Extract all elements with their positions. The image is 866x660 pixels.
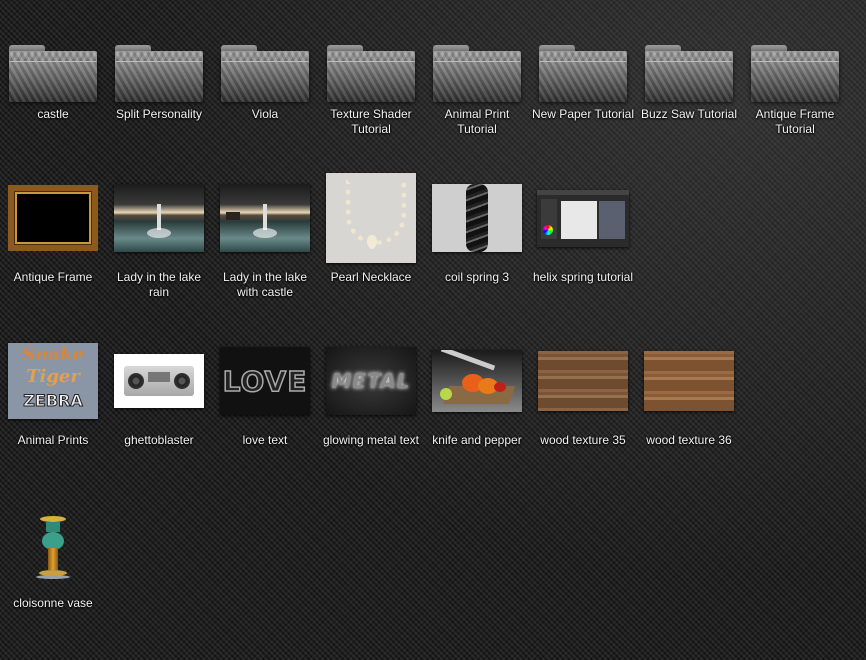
thumb-text-snake: Snake — [22, 344, 84, 365]
metal-text-thumbnail: METAL — [326, 347, 416, 415]
folder-icon — [212, 20, 318, 116]
lake-rain-thumbnail — [114, 184, 204, 252]
file-label: Lady in the lake with castle — [222, 270, 308, 299]
folder-label: Buzz Saw Tutorial — [640, 107, 738, 121]
wood-texture-thumbnail — [538, 351, 628, 411]
love-text-thumbnail: LOVE — [220, 347, 310, 415]
helix-tutorial-thumbnail — [537, 189, 629, 247]
pearl-necklace-thumbnail — [326, 173, 416, 263]
folder-label: Texture Shader Tutorial — [330, 107, 412, 136]
file-label: wood texture 35 — [540, 433, 626, 447]
thumb-text-tiger: Tiger — [26, 366, 80, 387]
folder-label: castle — [37, 107, 69, 121]
folder-icon — [742, 20, 848, 116]
thumb-text-metal: METAL — [331, 369, 411, 393]
thumb-text-zebra: ZEBRA — [23, 391, 83, 411]
folder-icon — [106, 20, 212, 116]
file-label: Pearl Necklace — [330, 270, 412, 284]
antique-frame-thumbnail — [8, 185, 98, 251]
folder-icon — [0, 20, 106, 116]
file-label: love text — [242, 433, 288, 447]
folder-icon — [636, 20, 742, 116]
folder-label: Split Personality — [115, 107, 203, 121]
animal-prints-thumbnail: Snake Tiger ZEBRA — [8, 343, 98, 419]
knife-pepper-thumbnail — [432, 350, 522, 412]
desktop: castle Split Personality Viola Texture S… — [0, 0, 866, 660]
folder-icon — [318, 20, 424, 116]
lake-castle-thumbnail — [220, 184, 310, 252]
file-label: knife and pepper — [432, 433, 522, 447]
cloisonne-vase-thumbnail — [28, 502, 78, 586]
coil-spring-thumbnail — [432, 184, 522, 252]
folder-label: Antique Frame Tutorial — [755, 107, 835, 136]
folder-label: New Paper Tutorial — [531, 107, 635, 121]
file-label: wood texture 36 — [646, 433, 732, 447]
folder-icon — [530, 20, 636, 116]
file-label: Animal Prints — [17, 433, 89, 447]
folder-label: Viola — [251, 107, 279, 121]
file-label: Lady in the lake rain — [116, 270, 202, 299]
folder-icon — [424, 20, 530, 116]
wood-texture-thumbnail — [644, 351, 734, 411]
ghettoblaster-thumbnail — [114, 354, 204, 408]
file-label: Antique Frame — [13, 270, 93, 284]
file-label: cloisonne vase — [13, 596, 93, 610]
file-label: coil spring 3 — [444, 270, 510, 284]
file-label: glowing metal text — [322, 433, 420, 447]
file-label: ghettoblaster — [124, 433, 194, 447]
folder-label: Animal Print Tutorial — [444, 107, 510, 136]
thumb-text-love: LOVE — [222, 364, 308, 399]
file-label: helix spring tutorial — [532, 270, 634, 284]
